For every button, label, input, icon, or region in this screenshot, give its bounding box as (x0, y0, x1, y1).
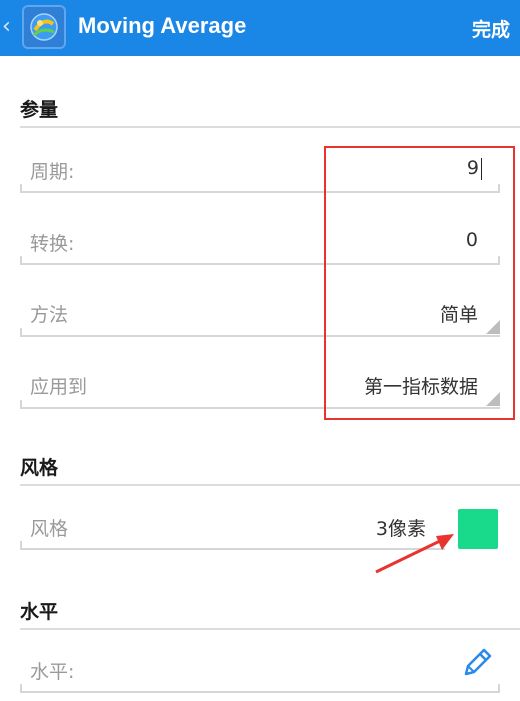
done-button[interactable]: 完成 (472, 15, 510, 42)
edit-pencil-icon[interactable] (460, 646, 494, 680)
method-label: 方法 (30, 304, 69, 326)
underline-tick-left (20, 328, 22, 336)
section-divider (20, 484, 520, 486)
page-title: Moving Average (78, 13, 247, 38)
apply-to-label: 应用到 (30, 376, 88, 398)
style-label: 风格 (30, 518, 69, 540)
underline-tick-left (20, 541, 22, 549)
section-header-levels: 水平 (20, 601, 59, 623)
period-label: 周期: (30, 161, 75, 183)
highlight-box-annotation (324, 146, 515, 420)
underline-tick-left (20, 184, 22, 192)
underline-tick-right (498, 684, 500, 692)
levels-underline (20, 691, 500, 693)
line-color-swatch[interactable] (458, 509, 498, 549)
underline-tick-left (20, 684, 22, 692)
shift-label: 转换: (30, 233, 75, 255)
metatrader-app-icon (22, 5, 66, 49)
levels-label: 水平: (30, 661, 75, 683)
section-divider (20, 126, 520, 128)
top-bar: ‹ Moving Average 完成 (0, 0, 520, 56)
arrow-annotation-icon (375, 534, 454, 574)
back-chevron-icon[interactable]: ‹ (2, 14, 11, 39)
section-divider (20, 628, 520, 630)
underline-tick-left (20, 400, 22, 408)
underline-tick-left (20, 256, 22, 264)
section-header-parameters: 参量 (20, 99, 59, 121)
section-header-style: 风格 (20, 457, 59, 479)
